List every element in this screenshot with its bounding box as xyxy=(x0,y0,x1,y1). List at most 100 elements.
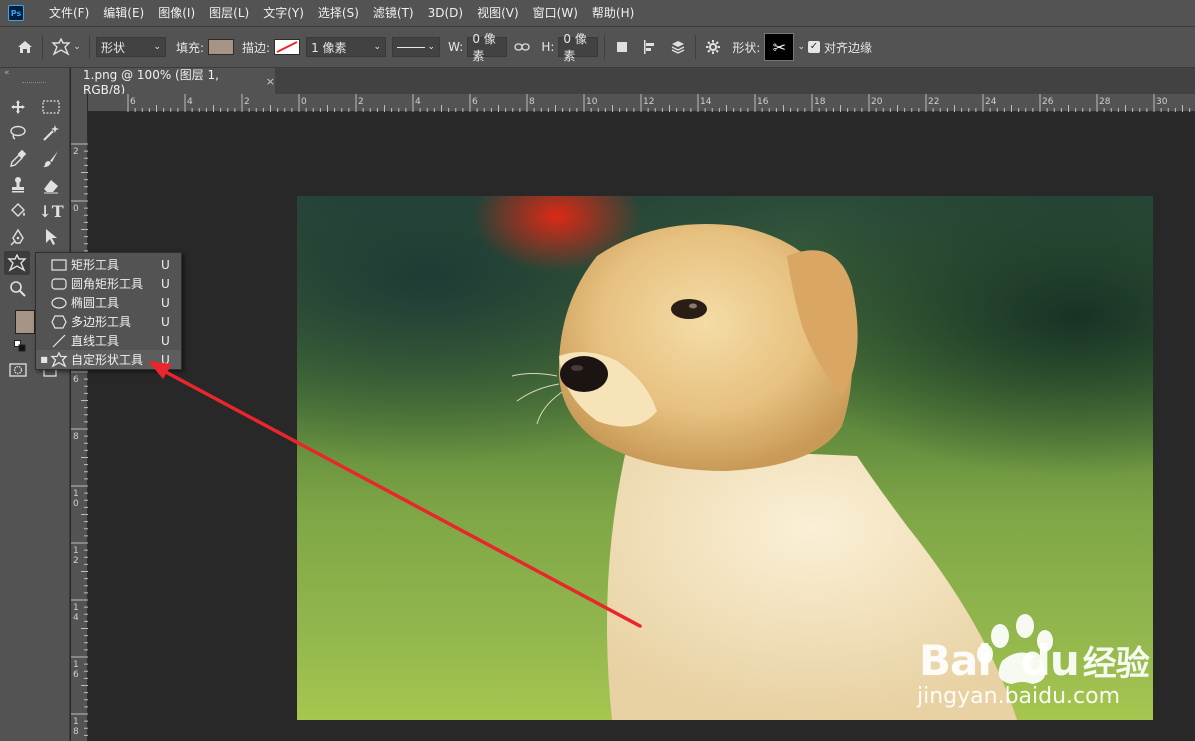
stroke-type-select[interactable]: ⌄ xyxy=(392,37,441,57)
ruler-v-label: 4 xyxy=(73,613,79,623)
scissors-icon[interactable]: ✂ xyxy=(764,33,795,61)
lasso-tool-icon[interactable] xyxy=(5,121,31,145)
path-selection-tool-icon[interactable] xyxy=(38,225,64,249)
fill-label: 填充: xyxy=(176,40,205,55)
close-icon[interactable]: × xyxy=(266,75,275,88)
menu-edit[interactable]: 编辑(E) xyxy=(96,0,151,26)
ruler-v-label: 6 xyxy=(73,670,79,680)
eyedropper-tool-icon[interactable] xyxy=(5,147,31,171)
link-icon[interactable] xyxy=(511,36,533,58)
menu-layer[interactable]: 图层(L) xyxy=(202,0,256,26)
flyout-shortcut: U xyxy=(161,295,170,310)
ruler-v-label: 0 xyxy=(73,204,79,214)
menu-window[interactable]: 窗口(W) xyxy=(526,0,585,26)
flyout-shortcut: U xyxy=(161,333,170,348)
marquee-tool-icon[interactable] xyxy=(38,95,64,119)
ruler-h-label: 8 xyxy=(529,97,535,107)
stroke-width-value: 1 像素 xyxy=(311,40,347,55)
ruler-v-label: 6 xyxy=(73,375,79,385)
menu-filter[interactable]: 滤镜(T) xyxy=(366,0,421,26)
path-operations-icon[interactable] xyxy=(611,36,633,58)
watermark-brand-du: du xyxy=(1020,636,1080,685)
separator xyxy=(604,35,606,59)
home-icon[interactable] xyxy=(14,36,36,58)
ruler-h-label: 26 xyxy=(1042,97,1054,107)
menu-select[interactable]: 选择(S) xyxy=(311,0,366,26)
foreground-color-swatch[interactable] xyxy=(15,310,35,334)
ruler-h-label: 24 xyxy=(985,97,997,107)
ruler-v-label: 8 xyxy=(73,727,79,737)
flyout-item-polygon[interactable]: 多边形工具 U xyxy=(36,312,181,331)
align-edges-checkbox[interactable]: ✓ xyxy=(807,41,820,53)
ruler-h-label: 20 xyxy=(871,97,883,107)
chevron-down-icon[interactable]: ⌄ xyxy=(797,42,805,52)
stroke-width-field[interactable]: 1 像素 ⌄ xyxy=(306,37,387,57)
line-icon xyxy=(49,333,69,349)
zoom-tool-icon[interactable] xyxy=(5,277,31,301)
ruler-h-label: 2 xyxy=(244,97,250,107)
menu-help[interactable]: 帮助(H) xyxy=(585,0,641,26)
flyout-item-custom-shape[interactable]: ■ 自定形状工具 U xyxy=(36,350,181,369)
photoshop-logo: Ps xyxy=(8,5,24,21)
flyout-item-rectangle[interactable]: 矩形工具 U xyxy=(36,255,181,274)
chevron-down-icon: ⌄ xyxy=(373,42,382,52)
flyout-label: 多边形工具 xyxy=(71,315,132,329)
path-arrangement-icon[interactable] xyxy=(667,36,689,58)
shape-tool-flyout-menu: 矩形工具 U 圆角矩形工具 U 椭圆工具 U 多边形工具 U 直线工具 U ■ … xyxy=(35,252,182,370)
flyout-label: 圆角矩形工具 xyxy=(71,277,144,291)
fill-color-swatch[interactable] xyxy=(208,39,235,55)
custom-shape-icon xyxy=(49,351,69,368)
ruler-v-label: 1 xyxy=(73,603,79,613)
type-tool-icon[interactable]: ↓T xyxy=(38,199,64,223)
chevron-down-icon: ⌄ xyxy=(427,42,436,52)
stroke-color-swatch[interactable] xyxy=(274,39,301,55)
document-tab[interactable]: 1.png @ 100% (图层 1, RGB/8) × xyxy=(71,67,275,97)
height-input[interactable]: 0 像素 xyxy=(558,32,599,63)
default-colors-icon[interactable] xyxy=(14,340,26,352)
menu-view[interactable]: 视图(V) xyxy=(470,0,526,26)
menu-file[interactable]: 文件(F) xyxy=(42,0,96,26)
custom-shape-tool-icon[interactable] xyxy=(4,251,30,275)
flyout-shortcut: U xyxy=(161,276,170,291)
flyout-item-ellipse[interactable]: 椭圆工具 U xyxy=(36,293,181,312)
gear-icon[interactable] xyxy=(702,36,724,58)
ruler-h-label: 0 xyxy=(301,97,307,107)
eraser-tool-icon[interactable] xyxy=(38,173,64,197)
document-image-puppy[interactable]: Bai du 经验 jingyan.baidu.com xyxy=(297,196,1153,720)
width-input[interactable]: 0 像素 xyxy=(467,32,508,63)
menu-bar: Ps 文件(F) 编辑(E) 图像(I) 图层(L) 文字(Y) 选择(S) 滤… xyxy=(0,0,1195,26)
flyout-item-rounded-rectangle[interactable]: 圆角矩形工具 U xyxy=(36,274,181,293)
horizontal-ruler[interactable]: 6 4 2 0 2 4 6 8 10 12 14 16 18 20 22 24 26 28 30 xyxy=(88,94,1195,112)
menu-3d[interactable]: 3D(D) xyxy=(421,0,470,26)
separator xyxy=(89,35,90,59)
tool-mode-value: 形状 xyxy=(101,40,126,55)
chevron-down-icon: ⌄ xyxy=(73,42,81,52)
paint-bucket-tool-icon[interactable] xyxy=(5,199,31,223)
magic-wand-tool-icon[interactable] xyxy=(38,121,64,145)
ruler-v-label: 1 xyxy=(73,489,79,499)
menu-image[interactable]: 图像(I) xyxy=(151,0,202,26)
path-alignment-icon[interactable] xyxy=(639,36,661,58)
vertical-ruler[interactable]: 2024681012141618 xyxy=(71,94,88,741)
move-tool-icon[interactable] xyxy=(5,95,31,119)
ruler-h-label: 10 xyxy=(586,97,598,107)
collapse-panel-icon[interactable]: « xyxy=(0,68,69,80)
brush-tool-icon[interactable] xyxy=(38,147,64,171)
menu-type[interactable]: 文字(Y) xyxy=(256,0,311,26)
tool-preset-picker[interactable]: ⌄ xyxy=(49,36,83,58)
stamp-tool-icon[interactable] xyxy=(5,173,31,197)
quick-mask-icon[interactable] xyxy=(5,358,31,382)
selected-bullet-icon: ■ xyxy=(40,355,48,364)
flyout-item-line[interactable]: 直线工具 U xyxy=(36,331,181,350)
panel-grip[interactable] xyxy=(22,82,46,84)
pen-tool-icon[interactable] xyxy=(5,225,31,249)
flyout-label: 直线工具 xyxy=(71,334,120,348)
ruler-v-label: 0 xyxy=(73,499,79,509)
separator xyxy=(695,35,697,59)
separator xyxy=(42,35,43,59)
document-tab-title: 1.png @ 100% (图层 1, RGB/8) xyxy=(83,67,219,97)
ruler-v-label: 1 xyxy=(73,546,79,556)
height-label: H: xyxy=(541,40,555,54)
tool-mode-select[interactable]: 形状 ⌄ xyxy=(96,37,166,57)
watermark-url: jingyan.baidu.com xyxy=(917,684,1121,709)
